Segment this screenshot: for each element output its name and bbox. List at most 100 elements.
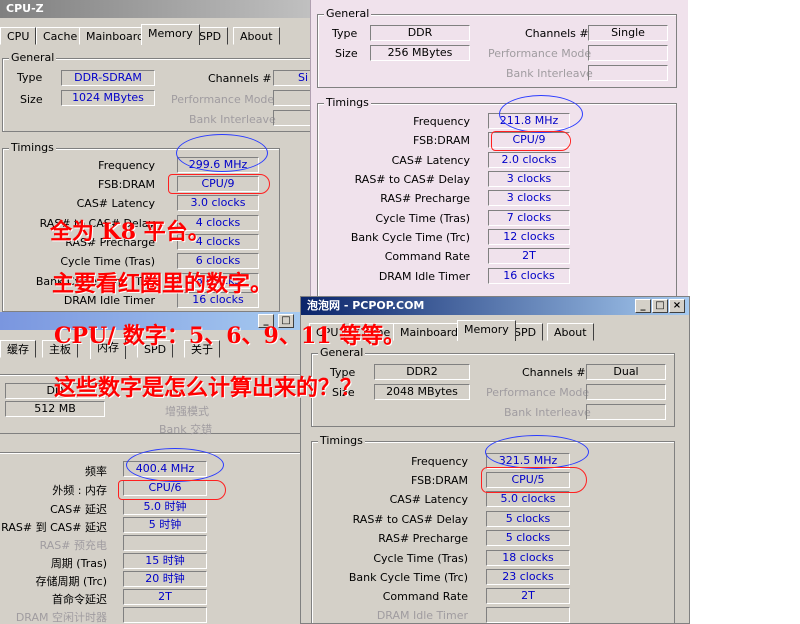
type-value: DDR-SDRAM	[61, 70, 155, 86]
timings-label-d: Timings	[318, 434, 365, 447]
cas-latency-label-cn: CAS# 延迟	[50, 503, 107, 516]
ras-to-cas-label-d: RAS# to CAS# Delay	[352, 513, 468, 526]
ras-to-cas-value-d: 5 clocks	[486, 511, 570, 527]
tras-label-cn: 周期 (Tras)	[50, 557, 107, 570]
tras-value-d: 18 clocks	[486, 550, 570, 566]
tab-cpu[interactable]: CPU	[0, 27, 37, 45]
cas-latency-value-cn: 5.0 时钟	[123, 499, 207, 515]
general-group-d: General Type DDR2 Channels # Dual Size 2…	[311, 346, 675, 427]
perf-mode-label-b: Performance Mode	[488, 47, 592, 60]
channels-value-d: Dual	[586, 364, 666, 380]
cpuz-window-b: General Type DDR Channels # Single Size …	[310, 0, 688, 298]
channels-value-b: Single	[588, 25, 668, 41]
type-value-d: DDR2	[374, 364, 470, 380]
bank-interleave-label: Bank Interleave	[189, 113, 276, 126]
fsb-dram-value-cn: CPU/6	[123, 480, 207, 496]
size-value: 1024 MBytes	[61, 90, 155, 106]
fsb-dram-value-b: CPU/9	[488, 132, 570, 148]
trc-value-b: 12 clocks	[488, 229, 570, 245]
ras-precharge-value-d: 5 clocks	[486, 530, 570, 546]
dram-idle-value-d	[486, 607, 570, 623]
fsb-dram-value-d: CPU/5	[486, 472, 570, 488]
trc-label-d: Bank Cycle Time (Trc)	[348, 571, 468, 584]
window-d-title: 泡泡网 - PCPOP.COM	[307, 299, 425, 312]
command-rate-label-b: Command Rate	[384, 250, 470, 263]
close-icon[interactable]: ×	[669, 299, 685, 313]
general-label: General	[9, 51, 57, 64]
frequency-value-cn: 400.4 MHz	[123, 461, 207, 477]
window-a-titlebar[interactable]: CPU-Z	[0, 0, 310, 18]
tab-cache-cn[interactable]: 缓存	[0, 340, 36, 358]
bank-interleave-label-b: Bank Interleave	[506, 67, 593, 80]
channels-label-b: Channels #	[525, 27, 589, 40]
size-value-d: 2048 MBytes	[374, 384, 470, 400]
trc-value-d: 23 clocks	[486, 569, 570, 585]
frequency-value-b: 211.8 MHz	[488, 113, 570, 129]
cas-latency-value: 3.0 clocks	[177, 195, 259, 211]
dram-idle-label-cn: DRAM 空闲计时器	[15, 611, 107, 624]
tab-about[interactable]: About	[233, 27, 280, 45]
command-rate-value-b: 2T	[488, 248, 570, 264]
window-d-titlebar[interactable]: 泡泡网 - PCPOP.COM	[301, 297, 689, 315]
cas-latency-label: CAS# Latency	[76, 197, 155, 210]
ras-precharge-value-cn	[123, 535, 207, 551]
trc-label-b: Bank Cycle Time (Trc)	[350, 231, 470, 244]
cas-latency-value-b: 2.0 clocks	[488, 152, 570, 168]
frequency-label-cn: 频率	[85, 465, 107, 478]
size-value-cn: 512 MB	[5, 401, 105, 417]
minimize-icon[interactable]: _	[635, 299, 651, 313]
ras-precharge-label-b: RAS# Precharge	[380, 192, 470, 205]
ras-to-cas-label-cn: RAS# 到 CAS# 延迟	[1, 521, 107, 534]
cas-latency-value-d: 5.0 clocks	[486, 491, 570, 507]
command-rate-value-cn: 2T	[123, 589, 207, 605]
ras-to-cas-label-b: RAS# to CAS# Delay	[354, 173, 470, 186]
frequency-label-b: Frequency	[413, 115, 470, 128]
frequency-label-d: Frequency	[411, 455, 468, 468]
frequency-value-d: 321.5 MHz	[486, 453, 570, 469]
dram-idle-label-b: DRAM Idle Timer	[378, 270, 470, 283]
timings-group-b: Timings Frequency 211.8 MHz FSB:DRAM CPU…	[317, 96, 677, 298]
channels-label: Channels #	[208, 72, 272, 85]
trc-label-cn: 存储周期 (Trc)	[35, 575, 107, 588]
timings-group-d: Timings Frequency 321.5 MHz FSB:DRAM CPU…	[311, 434, 675, 623]
channels-value: Si	[273, 70, 310, 86]
general-group-b: General Type DDR Channels # Single Size …	[317, 7, 677, 88]
perf-mode-value-d	[586, 384, 666, 400]
ras-precharge-label-cn: RAS# 预充电	[39, 539, 107, 552]
ras-to-cas-value-b: 3 clocks	[488, 171, 570, 187]
tab-cache[interactable]: Cache	[36, 27, 85, 45]
fsb-dram-label: FSB:DRAM	[97, 178, 155, 191]
tab-memory[interactable]: Memory	[141, 24, 200, 45]
command-rate-value-d: 2T	[486, 588, 570, 604]
perf-mode-value-b	[588, 45, 668, 61]
maximize-icon[interactable]: □	[652, 299, 668, 313]
type-label: Type	[17, 71, 43, 84]
fsb-dram-label-b: FSB:DRAM	[412, 134, 470, 147]
channels-label-d: Channels #	[522, 366, 586, 379]
tab-memory[interactable]: Memory	[457, 320, 516, 341]
ras-precharge-label-d: RAS# Precharge	[378, 532, 468, 545]
annotation-line-2: 主要看红圈里的数字。	[52, 271, 273, 297]
annotation-line-3: CPU/ 数字：5、6、9、11 等等。	[54, 323, 406, 349]
tras-label-b: Cycle Time (Tras)	[375, 212, 470, 225]
ras-to-cas-value-cn: 5 时钟	[123, 517, 207, 533]
perf-mode-label: Performance Mode	[171, 93, 275, 106]
type-value-b: DDR	[370, 25, 470, 41]
general-label-b: General	[324, 7, 372, 20]
bank-interleave-label-d: Bank Interleave	[504, 406, 591, 419]
type-label-b: Type	[332, 27, 358, 40]
dram-idle-value-cn	[123, 607, 207, 623]
bank-interleave-value-d	[586, 404, 666, 420]
tab-about[interactable]: About	[547, 323, 594, 341]
fsb-dram-label-cn: 外频 : 内存	[52, 484, 107, 497]
tras-label-d: Cycle Time (Tras)	[373, 552, 468, 565]
annotation-line-1: 全为 K8 平台。	[50, 219, 210, 245]
tras-value-b: 7 clocks	[488, 210, 570, 226]
perf-mode-label-cn: 增强模式	[165, 405, 209, 418]
cpuz-window-c: _ □ 缓存 主板 内存 SPD 关于 DD 512 MB 增强模式 Bank …	[0, 312, 300, 624]
size-value-b: 256 MBytes	[370, 45, 470, 61]
bank-interleave-label-cn: Bank 交错	[159, 423, 213, 436]
frequency-value: 299.6 MHz	[177, 157, 259, 173]
timings-label-b: Timings	[324, 96, 371, 109]
command-rate-label-d: Command Rate	[382, 590, 468, 603]
